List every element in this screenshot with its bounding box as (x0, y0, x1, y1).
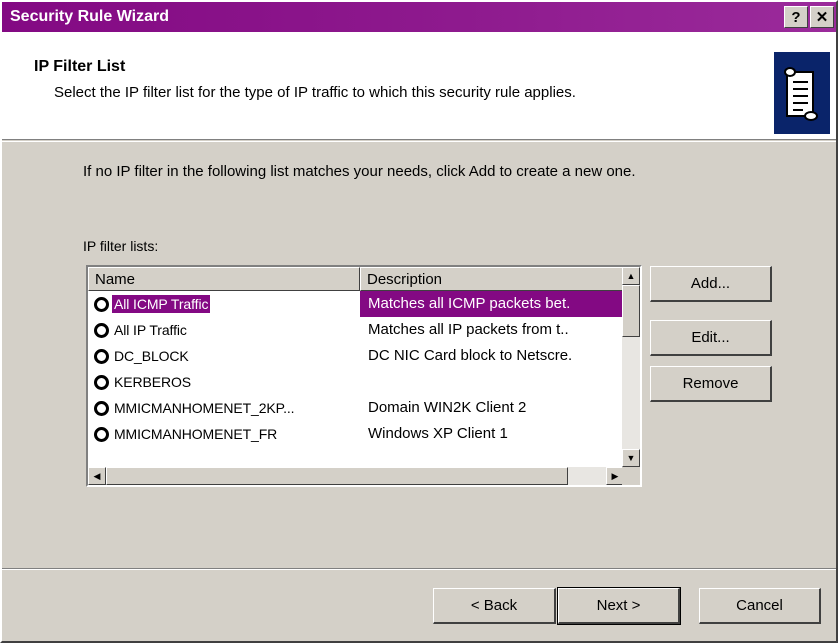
list-item-name-cell: MMICMANHOMENET_FR (88, 425, 360, 443)
list-item[interactable]: KERBEROS (88, 369, 624, 395)
page-title: IP Filter List (34, 58, 126, 75)
list-item-description: Matches all IP packets from t.. (368, 321, 569, 338)
filter-lists-label: IP filter lists: (83, 238, 159, 254)
list-item[interactable]: All ICMP Traffic Matches all ICMP packets… (88, 291, 624, 317)
radio-ring-icon[interactable] (94, 322, 109, 338)
list-item[interactable]: All IP Traffic Matches all IP packets fro… (88, 317, 624, 343)
ip-filter-list[interactable]: Name Description All ICMP Traffic Matches… (86, 265, 642, 487)
list-item-name-cell: MMICMANHOMENET_2KP... (88, 399, 360, 417)
list-item-name: MMICMANHOMENET_2KP... (114, 400, 295, 416)
list-item-name: KERBEROS (114, 374, 191, 390)
wizard-window: Security Rule Wizard ? ✕ IP Filter List … (0, 0, 838, 643)
header-divider (2, 141, 836, 142)
column-header-description[interactable]: Description (360, 267, 624, 291)
list-item-name-cell: DC_BLOCK (88, 347, 360, 365)
window-title: Security Rule Wizard (10, 8, 170, 25)
next-button[interactable]: Next > (557, 587, 681, 625)
close-button[interactable]: ✕ (810, 6, 834, 28)
help-button[interactable]: ? (784, 6, 808, 28)
cancel-button[interactable]: Cancel (699, 588, 821, 624)
scroll-left-icon[interactable]: ◀ (88, 467, 106, 485)
horizontal-scroll-thumb[interactable] (106, 467, 568, 485)
wizard-header: IP Filter List Select the IP filter list… (2, 32, 836, 140)
back-button[interactable]: < Back (433, 588, 556, 624)
list-item-name: All ICMP Traffic (112, 295, 211, 313)
footer-divider-highlight (2, 569, 836, 570)
vertical-scroll-thumb[interactable] (622, 285, 640, 337)
remove-button[interactable]: Remove (650, 366, 772, 402)
list-item[interactable]: DC_BLOCK DC NIC Card block to Netscre. (88, 343, 624, 369)
scroll-document-icon (774, 52, 830, 134)
horizontal-scrollbar[interactable]: ◀ ▶ (88, 467, 624, 485)
list-item-name: All IP Traffic (114, 322, 187, 338)
edit-button[interactable]: Edit... (650, 320, 772, 356)
list-header: Name Description (88, 267, 624, 291)
list-item[interactable]: MMICMANHOMENET_FR Windows XP Client 1 (88, 421, 624, 447)
page-subtitle: Select the IP filter list for the type o… (54, 84, 576, 101)
scroll-corner (622, 467, 640, 485)
radio-ring-icon[interactable] (94, 400, 109, 416)
scroll-down-icon[interactable]: ▼ (622, 449, 640, 467)
intro-text: If no IP filter in the following list ma… (83, 163, 636, 180)
list-item-name: MMICMANHOMENET_FR (114, 426, 278, 442)
list-item-description (360, 369, 624, 395)
list-item-description: Windows XP Client 1 (368, 425, 508, 442)
list-item-description: DC NIC Card block to Netscre. (368, 347, 573, 364)
list-item-description: Matches all ICMP packets bet. (360, 291, 624, 317)
list-item[interactable]: MMICMANHOMENET_2KP... Domain WIN2K Client… (88, 395, 624, 421)
radio-ring-icon[interactable] (94, 348, 109, 364)
list-item-description: Domain WIN2K Client 2 (368, 399, 527, 416)
add-button[interactable]: Add... (650, 266, 772, 302)
title-bar[interactable]: Security Rule Wizard ? ✕ (2, 2, 836, 32)
list-item-name: DC_BLOCK (114, 348, 189, 364)
column-header-name[interactable]: Name (88, 267, 360, 291)
vertical-scrollbar[interactable]: ▲ ▼ (622, 267, 640, 467)
list-item-name-cell: All ICMP Traffic (88, 295, 360, 313)
scroll-up-icon[interactable]: ▲ (622, 267, 640, 285)
radio-ring-icon[interactable] (94, 296, 109, 312)
list-item-name-cell: All IP Traffic (88, 321, 360, 339)
radio-ring-icon[interactable] (94, 374, 109, 390)
radio-ring-icon[interactable] (94, 426, 109, 442)
list-item-name-cell: KERBEROS (88, 373, 360, 391)
